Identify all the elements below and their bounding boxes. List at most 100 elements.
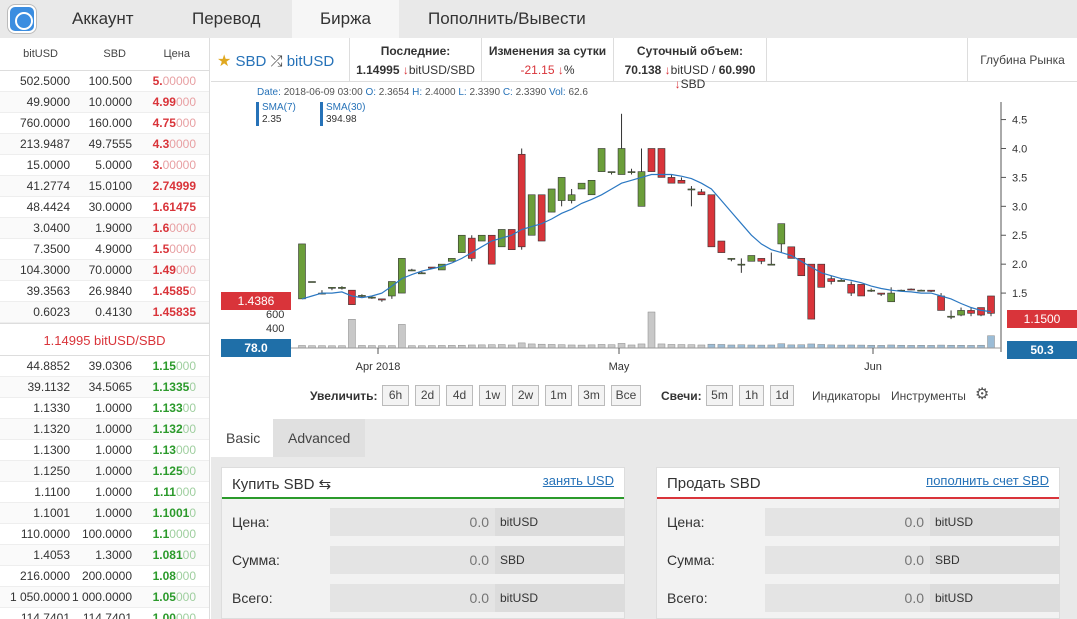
zoom-button-1w[interactable]: 1w bbox=[479, 385, 506, 406]
ask-price: 4.75000 bbox=[132, 116, 196, 130]
ask-row[interactable]: 7.3500 4.9000 1.50000 bbox=[0, 239, 209, 260]
ask-row[interactable]: 0.6023 0.4130 1.45835 bbox=[0, 302, 209, 323]
ask-row[interactable]: 502.5000 100.500 5.00000 bbox=[0, 71, 209, 92]
sell-panel: Продать SBD пополнить счет SBD Цена: bit… bbox=[656, 467, 1060, 619]
candle-body bbox=[867, 289, 875, 292]
tab-advanced[interactable]: Advanced bbox=[273, 419, 366, 457]
zoom-button-6h[interactable]: 6h bbox=[382, 385, 409, 406]
bid-row[interactable]: 1.1320 1.0000 1.13200 bbox=[0, 419, 209, 440]
market-depth-button[interactable]: Глубина Рынка bbox=[967, 38, 1077, 82]
bid-row[interactable]: 1.1330 1.0000 1.13300 bbox=[0, 398, 209, 419]
buy-price-unit: bitUSD bbox=[495, 508, 625, 536]
candle-button-5m[interactable]: 5m bbox=[706, 385, 733, 406]
bid-price-tail: 000 bbox=[175, 611, 196, 619]
nav-tab-exchange[interactable]: Биржа bbox=[292, 0, 399, 38]
ask-row[interactable]: 104.3000 70.0000 1.49000 bbox=[0, 260, 209, 281]
bid-price-tail: 000 bbox=[175, 590, 196, 604]
bid-row[interactable]: 1.1250 1.0000 1.12500 bbox=[0, 461, 209, 482]
market-header: ★ SBD ⤮ bitUSD Последние: 1.14995 ↓bitUS… bbox=[211, 38, 1077, 91]
bid-row[interactable]: 1.4053 1.3000 1.08100 bbox=[0, 545, 209, 566]
candle-body bbox=[537, 194, 546, 242]
left-price-tag: 1.4386 bbox=[221, 292, 291, 310]
sell-total-input[interactable] bbox=[765, 584, 930, 612]
sma30-label: SMA(30) bbox=[326, 102, 366, 113]
zoom-button-1m[interactable]: 1m bbox=[545, 385, 572, 406]
price-chart[interactable]: 1.5 2.0 2.5 3.0 3.5 4.0 4.5 400 600 Apr 2018 May… bbox=[211, 82, 1077, 382]
nav-tab-deposit-withdraw[interactable]: Пополнить/Вывести bbox=[400, 0, 614, 38]
buy-amount-input[interactable] bbox=[330, 546, 495, 574]
sell-amount-input[interactable] bbox=[765, 546, 930, 574]
volume-bar bbox=[667, 344, 676, 349]
ask-row[interactable]: 760.0000 160.000 4.75000 bbox=[0, 113, 209, 134]
bid-amount-bitusd: 1.1250 bbox=[33, 464, 70, 478]
ask-row[interactable]: 49.9000 10.0000 4.99000 bbox=[0, 92, 209, 113]
bid-amount-sbd: 34.5065 bbox=[88, 380, 132, 394]
bid-amount-sbd: 100.0000 bbox=[81, 527, 132, 541]
volume-bar bbox=[987, 335, 995, 349]
candle-body bbox=[947, 315, 955, 318]
bid-row[interactable]: 39.1132 34.5065 1.13350 bbox=[0, 377, 209, 398]
bid-row[interactable]: 1.1100 1.0000 1.11000 bbox=[0, 482, 209, 503]
sell-price-unit: bitUSD bbox=[930, 508, 1060, 536]
bid-price: 1.08000 bbox=[132, 569, 196, 583]
deposit-sbd-link[interactable]: пополнить счет SBD bbox=[926, 473, 1049, 488]
tools-button[interactable]: Инструменты bbox=[891, 389, 966, 403]
price-tick-label: 4.5 bbox=[1012, 115, 1027, 127]
bid-row[interactable]: 1 050.0000 1 000.0000 1.05000 bbox=[0, 587, 209, 608]
ask-row[interactable]: 39.3563 26.9840 1.45850 bbox=[0, 281, 209, 302]
bid-row[interactable]: 1.1001 1.0000 1.10010 bbox=[0, 503, 209, 524]
zoom-button-4d[interactable]: 4d bbox=[446, 385, 473, 406]
zoom-button-все[interactable]: Все bbox=[611, 385, 641, 406]
sell-price-input[interactable] bbox=[765, 508, 930, 536]
sma7-label: SMA(7) bbox=[262, 102, 296, 113]
candle-button-1d[interactable]: 1d bbox=[770, 385, 794, 406]
ask-row[interactable]: 3.0400 1.9000 1.60000 bbox=[0, 218, 209, 239]
candle-body bbox=[368, 296, 376, 299]
volume-bar bbox=[617, 343, 626, 349]
time-tick-label: Jun bbox=[864, 361, 882, 373]
gear-icon[interactable]: ⚙ bbox=[975, 384, 989, 404]
swap-arrows-icon[interactable]: ⇆ bbox=[319, 476, 332, 493]
price-chart-svg[interactable]: 1.52.02.53.03.54.04.5 400600 Apr 2018 May… bbox=[211, 82, 1077, 382]
favorite-star-icon[interactable]: ★ bbox=[217, 53, 231, 70]
bid-row[interactable]: 216.0000 200.0000 1.08000 bbox=[0, 566, 209, 587]
borrow-usd-link[interactable]: занять USD bbox=[543, 473, 614, 488]
ask-row[interactable]: 15.0000 5.0000 3.00000 bbox=[0, 155, 209, 176]
indicators-button[interactable]: Индикаторы bbox=[812, 389, 880, 403]
candle-body bbox=[717, 240, 726, 253]
tab-basic[interactable]: Basic bbox=[211, 419, 276, 457]
ask-row[interactable]: 213.9487 49.7555 4.30000 bbox=[0, 134, 209, 155]
volume-bar bbox=[777, 343, 786, 349]
buy-price-input[interactable] bbox=[330, 508, 495, 536]
zoom-button-3m[interactable]: 3m bbox=[578, 385, 605, 406]
nav-tab-account[interactable]: Аккаунт bbox=[44, 0, 162, 38]
candle-body bbox=[547, 188, 556, 213]
ask-row[interactable]: 48.4424 30.0000 1.61475 bbox=[0, 197, 209, 218]
zoom-button-2w[interactable]: 2w bbox=[512, 385, 539, 406]
bid-row[interactable]: 1.1300 1.0000 1.13000 bbox=[0, 440, 209, 461]
bid-row[interactable]: 114.7401 114.7401 1.00000 bbox=[0, 608, 209, 619]
candle-body bbox=[967, 310, 975, 314]
bid-price: 1.11000 bbox=[132, 485, 196, 499]
ask-row[interactable]: 41.2774 15.0100 2.74999 bbox=[0, 176, 209, 197]
swap-pair-icon[interactable]: ⤮ bbox=[271, 53, 283, 70]
nav-tab-transfer[interactable]: Перевод bbox=[164, 0, 288, 38]
volume-bar bbox=[527, 343, 536, 349]
zoom-button-2d[interactable]: 2d bbox=[415, 385, 440, 406]
ohlc-vol-value: 62.6 bbox=[568, 87, 588, 98]
ask-amount-bitusd: 213.9487 bbox=[19, 137, 70, 151]
ask-price-main: 1.61475 bbox=[152, 200, 196, 214]
candle-body bbox=[567, 194, 576, 201]
volume-bar bbox=[647, 311, 656, 349]
bid-row[interactable]: 110.0000 100.0000 1.10000 bbox=[0, 524, 209, 545]
bid-row[interactable]: 44.8852 39.0306 1.15000 bbox=[0, 356, 209, 377]
price-tick-label: 1.5 bbox=[1012, 288, 1027, 300]
candle-body bbox=[837, 280, 846, 282]
candle-button-1h[interactable]: 1h bbox=[739, 385, 764, 406]
bid-price-main: 1.133 bbox=[152, 401, 183, 415]
bid-price-main: 1.1335 bbox=[152, 380, 190, 394]
app-logo-icon[interactable] bbox=[8, 5, 36, 33]
buy-total-input[interactable] bbox=[330, 584, 495, 612]
market-pair[interactable]: ★ SBD ⤮ bitUSD bbox=[217, 51, 334, 71]
ask-price-tail: 000 bbox=[175, 116, 196, 130]
